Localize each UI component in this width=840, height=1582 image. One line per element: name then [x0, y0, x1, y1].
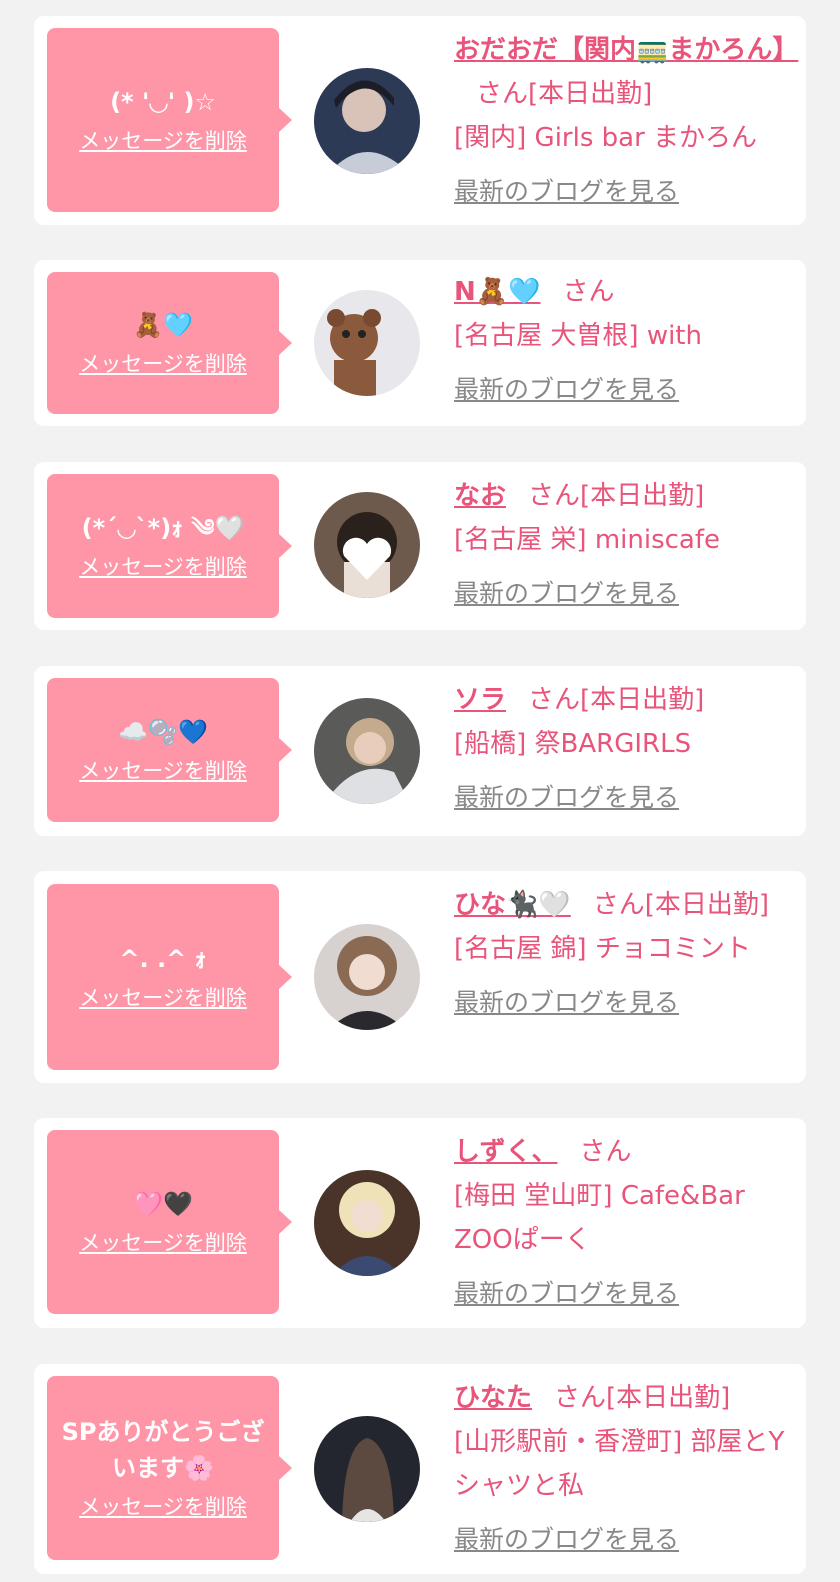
- avatar[interactable]: [314, 1416, 420, 1522]
- message-text: 🩷🖤: [133, 1190, 193, 1218]
- shop-name: [名古屋 大曽根] with: [454, 321, 702, 351]
- entry-info: なお さん[本日出勤] [名古屋 栄] miniscafe 最新のブログを見る: [454, 474, 799, 614]
- name-suffix: さん[本日出勤]: [528, 685, 705, 715]
- delete-message-link[interactable]: メッセージを削除: [79, 756, 247, 786]
- message-text: (* '◡' )☆: [110, 88, 216, 116]
- latest-blog-link[interactable]: 最新のブログを見る: [454, 172, 799, 212]
- message-bubble: ☁️🫧💙 メッセージを削除: [47, 678, 292, 822]
- latest-blog-link[interactable]: 最新のブログを見る: [454, 1274, 799, 1314]
- message-text: ^. .^ ｫ: [119, 945, 207, 973]
- user-name-link[interactable]: ひなた: [454, 1383, 532, 1413]
- shop-name: [山形駅前・香澄町] 部屋とYシャツと私: [454, 1427, 785, 1501]
- latest-blog-link[interactable]: 最新のブログを見る: [454, 370, 799, 410]
- message-bubble: SPありがとうございます🌸 メッセージを削除: [47, 1376, 292, 1560]
- user-name-link[interactable]: ソラ: [454, 685, 506, 715]
- avatar-photo-icon: [314, 1170, 420, 1276]
- avatar-photo-icon: [314, 492, 420, 598]
- delete-message-link[interactable]: メッセージを削除: [79, 126, 247, 156]
- message-card: (* '◡' )☆ メッセージを削除 おだおだ【関内🚃まかろん】さん[本日出勤]…: [34, 16, 806, 225]
- delete-message-link[interactable]: メッセージを削除: [79, 983, 247, 1013]
- user-name-link[interactable]: なお: [454, 481, 506, 511]
- avatar[interactable]: [314, 68, 420, 174]
- message-card: 🩷🖤 メッセージを削除 しずく、 さん [梅田 堂山町] Cafe&Bar ZOO…: [34, 1118, 806, 1328]
- entry-info: ひな🐈‍⬛🤍 さん[本日出勤] [名古屋 錦] チョコミント 最新のブログを見る: [454, 883, 799, 1023]
- shop-name: [名古屋 栄] miniscafe: [454, 525, 720, 555]
- user-name-link[interactable]: N🧸🩵: [454, 277, 541, 307]
- latest-blog-link[interactable]: 最新のブログを見る: [454, 778, 799, 818]
- avatar-photo-icon: [314, 698, 420, 804]
- avatar-photo-icon: [314, 68, 420, 174]
- name-suffix: さん: [562, 277, 615, 307]
- avatar[interactable]: [314, 290, 420, 396]
- message-list: (* '◡' )☆ メッセージを削除 おだおだ【関内🚃まかろん】さん[本日出勤]…: [0, 0, 840, 1582]
- avatar-photo-icon: [314, 924, 420, 1030]
- message-card: (*´◡`*)ｫ ༄🤍 メッセージを削除 なお さん[本日出勤] [名古屋 栄] …: [34, 462, 806, 630]
- avatar[interactable]: [314, 698, 420, 804]
- delete-message-link[interactable]: メッセージを削除: [79, 349, 247, 379]
- avatar-photo-icon: [314, 1416, 420, 1522]
- latest-blog-link[interactable]: 最新のブログを見る: [454, 1520, 799, 1560]
- message-text: ☁️🫧💙: [118, 718, 208, 746]
- message-bubble: 🩷🖤 メッセージを削除: [47, 1130, 292, 1314]
- avatar[interactable]: [314, 924, 420, 1030]
- entry-info: ひなた さん[本日出勤] [山形駅前・香澄町] 部屋とYシャツと私 最新のブログを…: [454, 1376, 799, 1560]
- delete-message-link[interactable]: メッセージを削除: [79, 1492, 247, 1522]
- entry-info: ソラ さん[本日出勤] [船橋] 祭BARGIRLS 最新のブログを見る: [454, 678, 799, 818]
- name-suffix: さん[本日出勤]: [592, 890, 770, 920]
- message-text: 🧸🩵: [133, 311, 193, 339]
- entry-info: おだおだ【関内🚃まかろん】さん[本日出勤] [関内] Girls bar まかろ…: [454, 28, 799, 212]
- message-card: ☁️🫧💙 メッセージを削除 ソラ さん[本日出勤] [船橋] 祭BARGIRLS …: [34, 666, 806, 836]
- latest-blog-link[interactable]: 最新のブログを見る: [454, 574, 799, 614]
- shop-name: [名古屋 錦] チョコミント: [454, 934, 751, 964]
- message-card: ^. .^ ｫ メッセージを削除 ひな🐈‍⬛🤍 さん[本日出勤] [名古屋 錦] …: [34, 871, 806, 1083]
- user-name-link[interactable]: おだおだ【関内🚃まかろん】: [454, 35, 798, 65]
- name-suffix: さん[本日出勤]: [554, 1383, 731, 1413]
- entry-info: しずく、 さん [梅田 堂山町] Cafe&Bar ZOOぱーく 最新のブログを見…: [454, 1130, 799, 1314]
- avatar[interactable]: [314, 492, 420, 598]
- shop-name: [関内] Girls bar まかろん: [454, 123, 758, 153]
- message-card: SPありがとうございます🌸 メッセージを削除 ひなた さん[本日出勤] [山形駅前…: [34, 1364, 806, 1574]
- avatar[interactable]: [314, 1170, 420, 1276]
- delete-message-link[interactable]: メッセージを削除: [79, 1228, 247, 1258]
- shop-name: [梅田 堂山町] Cafe&Bar ZOOぱーく: [454, 1181, 745, 1255]
- message-bubble: (*´◡`*)ｫ ༄🤍 メッセージを削除: [47, 474, 292, 618]
- name-suffix: さん: [579, 1137, 632, 1167]
- delete-message-link[interactable]: メッセージを削除: [79, 552, 247, 582]
- user-name-link[interactable]: しずく、: [454, 1137, 557, 1167]
- name-suffix: さん[本日出勤]: [528, 481, 705, 511]
- message-text: SPありがとうございます🌸: [61, 1418, 265, 1482]
- message-card: 🧸🩵 メッセージを削除 N🧸🩵 さん [名古屋 大曽根] with 最新のブログを…: [34, 260, 806, 426]
- latest-blog-link[interactable]: 最新のブログを見る: [454, 983, 799, 1023]
- entry-info: N🧸🩵 さん [名古屋 大曽根] with 最新のブログを見る: [454, 270, 799, 410]
- message-bubble: 🧸🩵 メッセージを削除: [47, 272, 292, 414]
- message-bubble: (* '◡' )☆ メッセージを削除: [47, 28, 292, 212]
- avatar-photo-icon: [314, 290, 420, 396]
- message-text: (*´◡`*)ｫ ༄🤍: [81, 514, 245, 542]
- name-suffix: さん[本日出勤]: [476, 79, 653, 109]
- shop-name: [船橋] 祭BARGIRLS: [454, 729, 692, 759]
- message-bubble: ^. .^ ｫ メッセージを削除: [47, 884, 292, 1070]
- user-name-link[interactable]: ひな🐈‍⬛🤍: [454, 890, 571, 920]
